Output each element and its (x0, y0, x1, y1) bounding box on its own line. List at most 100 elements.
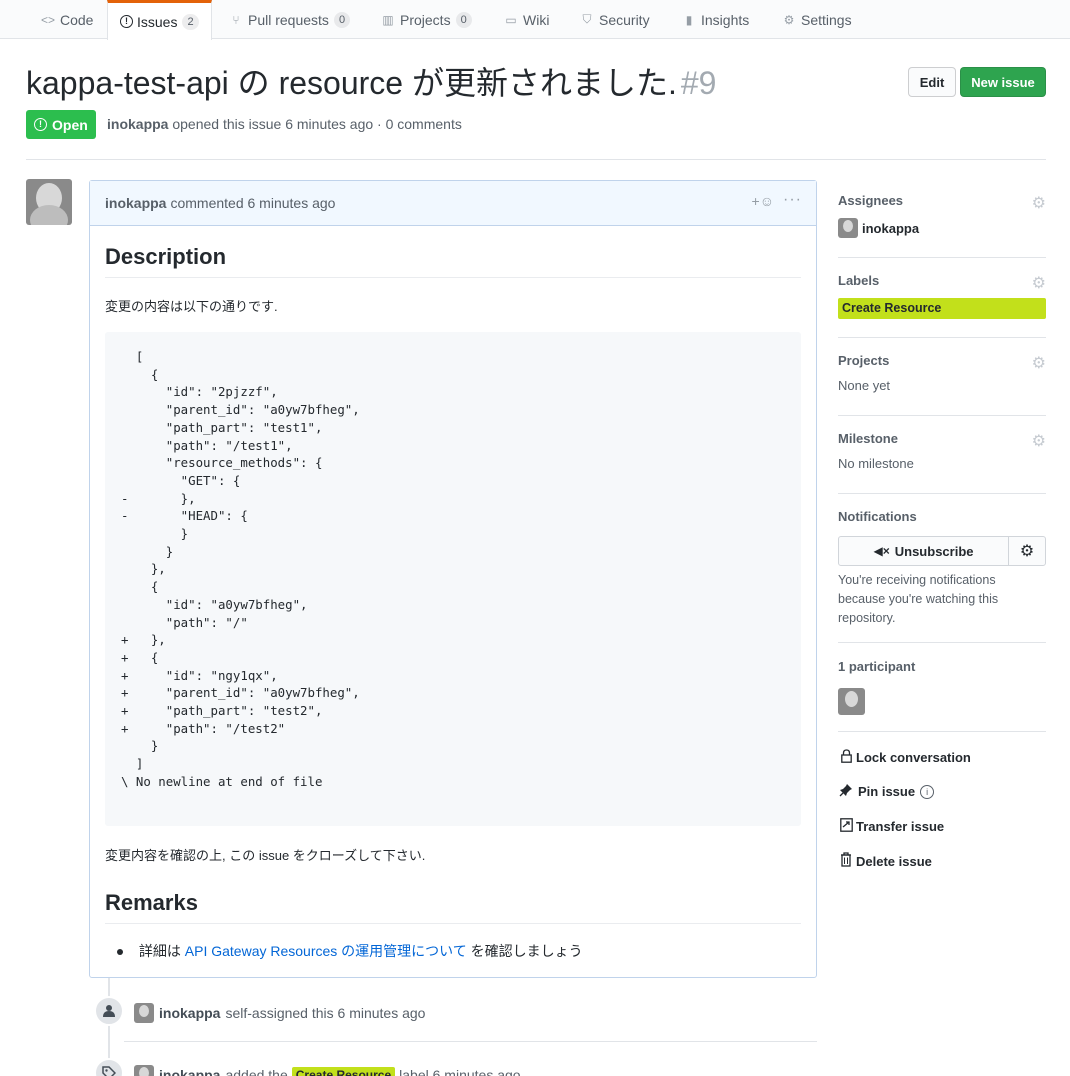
sidebar-labels: Labels ⚙ Create Resource (838, 273, 1046, 319)
sidebar-projects: Projects ⚙ None yet (838, 353, 1046, 393)
paragraph: 変更内容を確認の上, この issue をクローズして下さい. (105, 848, 426, 863)
paragraph: 変更の内容は以下の通りです. (105, 299, 278, 314)
list-text: を確認しましょう (470, 943, 583, 959)
comment-author[interactable]: inokappa (105, 195, 166, 211)
pin-issue-button[interactable]: Pin issue i (838, 783, 935, 800)
section-heading: Description (105, 244, 801, 278)
book-icon: ▭ (505, 12, 517, 27)
info-icon[interactable]: i (920, 784, 935, 799)
status-badge: ! Open (26, 110, 96, 139)
count-badge: 0 (333, 11, 351, 28)
event-text: self-assigned this 6 minutes ago (225, 1005, 426, 1021)
tag-icon (94, 1058, 124, 1076)
tab-label: Insights (701, 11, 750, 28)
tab-pull-requests[interactable]: ⑂ Pull requests 0 (228, 0, 351, 39)
project-icon: ▥ (382, 12, 394, 27)
delete-issue-button[interactable]: Delete issue (838, 852, 932, 870)
bullet-dot (117, 949, 123, 956)
sidebar-heading[interactable]: Projects (838, 353, 1046, 368)
issue-opened-icon: ! (120, 15, 133, 28)
edit-button[interactable]: Edit (908, 67, 956, 97)
event-text: added the (225, 1067, 288, 1076)
pin-icon (838, 783, 854, 800)
avatar[interactable] (26, 179, 72, 225)
label-chip[interactable]: Create Resource (838, 298, 1046, 319)
avatar[interactable] (838, 688, 865, 715)
tab-wiki[interactable]: ▭ Wiki (503, 0, 549, 39)
action-label: Pin issue (858, 784, 916, 799)
action-label: Transfer issue (856, 819, 945, 834)
repo-tabnav: <> Code ! Issues 2 ⑂ Pull requests 0 ▥ P… (0, 0, 1070, 40)
sidebar-heading[interactable]: Labels (838, 273, 1046, 288)
issue-title-text: kappa-test-api の resource が更新されました. (26, 65, 677, 101)
milestone-value: No milestone (838, 456, 914, 471)
gear-icon[interactable]: ⚙ (1032, 193, 1046, 213)
gear-icon[interactable]: ⚙ (1032, 431, 1046, 451)
divider (838, 415, 1046, 416)
unsubscribe-label: Unsubscribe (894, 543, 974, 559)
sidebar-heading[interactable]: Milestone (838, 431, 1046, 446)
assignee[interactable]: inokappa (838, 218, 1046, 238)
transfer-issue-button[interactable]: Transfer issue (838, 818, 944, 835)
graph-icon: ▮ (685, 12, 693, 27)
divider (838, 642, 1046, 643)
tab-settings[interactable]: ⚙ Settings (781, 0, 852, 39)
divider (838, 337, 1046, 338)
sidebar-participants: 1 participant (838, 659, 1046, 715)
unsubscribe-button[interactable]: ◀× Unsubscribe (838, 536, 1009, 566)
divider (838, 731, 1046, 732)
comment-header: inokappa commented 6 minutes ago +☺ ··· (90, 181, 816, 226)
shield-icon: ⛉ (582, 12, 592, 26)
assignee-name: inokappa (862, 220, 920, 236)
actor-link[interactable]: inokappa (159, 1067, 220, 1076)
tab-projects[interactable]: ▥ Projects 0 (380, 0, 472, 39)
divider (26, 159, 1046, 160)
gear-icon[interactable]: ⚙ (1032, 353, 1046, 373)
lock-icon (838, 749, 854, 766)
add-reaction-icon[interactable]: +☺ (752, 193, 774, 209)
sidebar-milestone: Milestone ⚙ No milestone (838, 431, 1046, 471)
new-issue-button[interactable]: New issue (960, 67, 1046, 97)
code-block: [ { "id": "2pjzzf", "parent_id": "a0yw7b… (105, 332, 801, 826)
tab-issues[interactable]: ! Issues 2 (107, 0, 212, 40)
git-pull-request-icon: ⑂ (232, 12, 240, 27)
code-icon: <> (40, 12, 55, 27)
list-text: 詳細は (138, 943, 181, 959)
gear-icon[interactable]: ⚙ (1032, 273, 1046, 293)
doc-link[interactable]: API Gateway Resources の運用管理について (185, 943, 467, 959)
label-chip[interactable]: Create Resource (291, 1067, 396, 1076)
timeline-event: inokappa added the Create Resource label… (134, 1065, 521, 1076)
event-text: label 6 minutes ago (399, 1067, 521, 1076)
action-label: Delete issue (856, 853, 932, 869)
comment-time[interactable]: commented 6 minutes ago (170, 195, 335, 211)
author-link[interactable]: inokappa (107, 116, 168, 132)
transfer-icon (838, 818, 854, 835)
gear-icon: ⚙ (1019, 543, 1035, 560)
issue-meta: inokappa opened this issue 6 minutes ago… (107, 116, 462, 132)
avatar (838, 218, 858, 238)
gear-icon: ⚙ (783, 12, 795, 27)
lock-conversation-button[interactable]: Lock conversation (838, 749, 971, 766)
tab-code[interactable]: <> Code (40, 0, 93, 39)
tab-label: Security (599, 11, 650, 28)
divider (838, 493, 1046, 494)
issue-number: #9 (680, 65, 717, 101)
avatar[interactable] (134, 1065, 154, 1076)
divider (124, 1041, 817, 1042)
actor-link[interactable]: inokappa (159, 1005, 220, 1021)
issue-opened-icon: ! (34, 118, 47, 131)
tab-label: Pull requests (248, 11, 329, 28)
divider (838, 257, 1046, 258)
tab-label: Issues (137, 13, 178, 30)
sidebar-notifications: Notifications (838, 509, 1046, 524)
tab-insights[interactable]: ▮ Insights (681, 0, 750, 39)
kebab-menu-icon[interactable]: ··· (783, 191, 802, 209)
notification-settings-button[interactable]: ⚙ (1008, 536, 1046, 566)
count-badge: 2 (182, 13, 199, 30)
tab-security[interactable]: ⛉ Security (579, 0, 650, 39)
avatar[interactable] (134, 1003, 154, 1023)
issue-comment: inokappa commented 6 minutes ago +☺ ··· … (89, 180, 817, 978)
sidebar-heading[interactable]: Assignees (838, 193, 1046, 208)
issue-title: kappa-test-api の resource が更新されました. #9 (26, 63, 716, 103)
section-heading: Remarks (105, 890, 801, 924)
